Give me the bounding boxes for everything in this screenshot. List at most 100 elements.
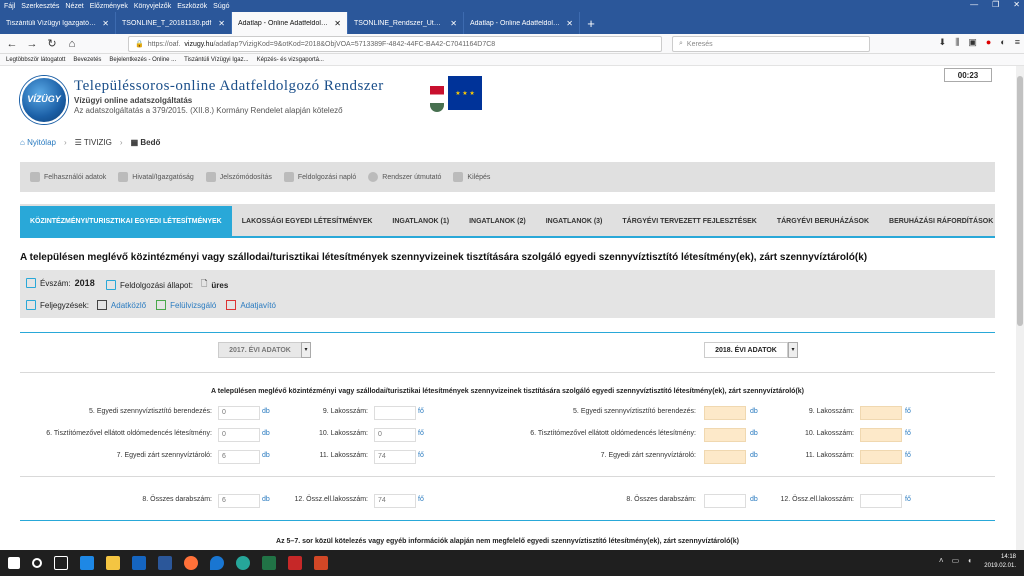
search-icon[interactable] — [32, 558, 42, 568]
save-app-icon[interactable] — [132, 556, 146, 570]
toolbar-logout[interactable]: Kilépés — [453, 172, 490, 182]
bookmark-item[interactable]: Legtöbbször látogatott — [6, 57, 65, 63]
system-tray: ˄ ▭ ◖ — [939, 556, 972, 565]
network-icon[interactable]: ▭ — [952, 556, 960, 565]
year-2017-button[interactable]: 2017. ÉVI ADATOK — [218, 342, 302, 358]
word-icon[interactable] — [158, 556, 172, 570]
browser-tab[interactable]: Adatlap - Online Adatfeldolgoz ✕ — [464, 12, 580, 34]
url-host: vizugy.hu — [184, 40, 214, 48]
tab-kozintezmenyi[interactable]: KÖZINTÉZMÉNYI/TURISZTIKAI EGYEDI LÉTESÍT… — [20, 206, 232, 236]
field-2017-6[interactable]: 0 — [218, 428, 260, 442]
field-2018-6[interactable] — [704, 428, 746, 442]
coat-of-arms-icon — [430, 86, 444, 112]
tab-close-icon[interactable]: ✕ — [102, 19, 109, 28]
tab-close-icon[interactable]: ✕ — [566, 19, 573, 28]
field-2017-5[interactable]: 0 — [218, 406, 260, 420]
field-2018-7[interactable] — [704, 450, 746, 464]
edge-icon[interactable] — [80, 556, 94, 570]
sidebar-icon[interactable]: ▣ — [968, 37, 977, 48]
menu-view[interactable]: Nézet — [65, 3, 83, 10]
field-2017-11[interactable]: 74 — [374, 450, 416, 464]
tab-raforditasok[interactable]: BERUHÁZÁSI RÁFORDÍTÁSOK — [879, 206, 1003, 236]
chevron-down-icon[interactable]: ▾ — [301, 342, 311, 358]
browser-tab-active[interactable]: Adatlap - Online Adatfeldolgoz ✕ — [232, 12, 348, 34]
field-2017-9[interactable] — [374, 406, 416, 420]
back-icon[interactable]: ← — [6, 38, 18, 50]
scrollbar-thumb[interactable] — [1017, 76, 1023, 326]
firefox-icon[interactable] — [184, 556, 198, 570]
field-2018-10[interactable] — [860, 428, 902, 442]
new-tab-button[interactable]: + — [580, 12, 602, 34]
field-2018-9[interactable] — [860, 406, 902, 420]
field-2018-12[interactable] — [860, 494, 902, 508]
toolbar-office[interactable]: Hivatal/Igazgatóság — [118, 172, 194, 182]
library-icon[interactable]: ⫼ — [955, 37, 959, 48]
toolbar-guide[interactable]: Rendszer útmutató — [368, 172, 441, 182]
toolbar-log[interactable]: Feldolgozási napló — [283, 172, 356, 182]
tab-ingatlanok-3[interactable]: INGATLANOK (3) — [536, 206, 613, 236]
restore-icon[interactable]: ❐ — [992, 0, 999, 12]
tab-close-icon[interactable]: ✕ — [218, 19, 225, 28]
bookmark-item[interactable]: Képzés- és vizsgaportá... — [257, 57, 324, 63]
download-icon[interactable]: ⬇ — [939, 37, 947, 48]
chevron-up-icon[interactable]: ˄ — [939, 556, 944, 565]
year-value: 2018 — [74, 278, 95, 288]
minimize-icon[interactable]: — — [970, 0, 978, 12]
note-adatjavito[interactable]: Adatjavító — [240, 301, 276, 310]
search-input[interactable]: ⌕ Keresés — [672, 36, 870, 52]
bookmark-item[interactable]: Bejelentkezés - Online ... — [109, 57, 176, 63]
close-icon[interactable]: ✕ — [1013, 0, 1020, 12]
browser-tab[interactable]: TSONLINE_Rendszer_Utmutato_20✕ — [348, 12, 464, 34]
globe-icon[interactable] — [236, 556, 250, 570]
label-11: 11. Lakosszám: — [805, 452, 854, 459]
acrobat-icon[interactable] — [288, 556, 302, 570]
taskbar-clock[interactable]: 14:18 2019.02.01. — [984, 553, 1016, 571]
field-2017-10[interactable]: 0 — [374, 428, 416, 442]
tab-ingatlanok-1[interactable]: INGATLANOK (1) — [382, 206, 459, 236]
menu-bookmarks[interactable]: Könyvjelzők — [134, 3, 171, 10]
field-2018-11[interactable] — [860, 450, 902, 464]
menu-file[interactable]: Fájl — [4, 3, 15, 10]
tab-lakossagi[interactable]: LAKOSSÁGI EGYEDI LÉTESÍTMÉNYEK — [232, 206, 383, 236]
drop-icon[interactable] — [210, 556, 224, 570]
menu-history[interactable]: Előzmények — [90, 3, 128, 10]
tab-close-icon[interactable]: ✕ — [334, 19, 341, 28]
windows-start-icon[interactable] — [8, 557, 20, 569]
note-felulvizsgalo[interactable]: Felülvizsgáló — [170, 301, 216, 310]
browser-tab[interactable]: Tiszántúli Vízügyi Igazgatóság ✕ — [0, 12, 116, 34]
toolbar-user-data[interactable]: Felhasználói adatok — [30, 172, 106, 182]
forward-icon[interactable]: → — [26, 38, 38, 50]
menu-edit[interactable]: Szerkesztés — [21, 3, 59, 10]
field-2017-8[interactable]: 6 — [218, 494, 260, 508]
toolbar-password[interactable]: Jelszómódosítás — [205, 172, 272, 182]
excel-icon[interactable] — [262, 556, 276, 570]
volume-icon[interactable]: ◖ — [967, 556, 972, 565]
tab-ingatlanok-2[interactable]: INGATLANOK (2) — [459, 206, 536, 236]
bookmark-item[interactable]: Bevezetés — [73, 57, 101, 63]
url-bar[interactable]: 🔒 https://oaf. vizugy.hu/adatlap?VizigKod… — [128, 36, 662, 52]
tab-tervezett-fejlesztesek[interactable]: TÁRGYÉVI TERVEZETT FEJLESZTÉSEK — [612, 206, 766, 236]
home-icon[interactable]: ⌂ — [66, 38, 78, 50]
hamburger-menu-icon[interactable]: ≡ — [1015, 37, 1020, 48]
breadcrumb-home[interactable]: ⌂ Nyitólap — [20, 138, 56, 147]
task-view-icon[interactable] — [54, 556, 68, 570]
addon-icon[interactable]: ◐ — [1000, 37, 1005, 48]
menu-help[interactable]: Súgó — [213, 3, 229, 10]
breadcrumb-tivizig[interactable]: ☰ TIVIZIG — [75, 138, 112, 147]
field-2018-5[interactable] — [704, 406, 746, 420]
year-2018-select[interactable]: 2018. ÉVI ADATOK — [704, 342, 788, 358]
powerpoint-icon[interactable] — [314, 556, 328, 570]
field-2018-8[interactable] — [704, 494, 746, 508]
field-2017-12[interactable]: 74 — [374, 494, 416, 508]
extension-icon[interactable]: ● — [986, 37, 991, 48]
explorer-icon[interactable] — [106, 556, 120, 570]
menu-tools[interactable]: Eszközök — [177, 3, 207, 10]
note-adatkozlo[interactable]: Adatközlő — [111, 301, 146, 310]
browser-tab[interactable]: TSONLINE_T_20181130.pdf ✕ — [116, 12, 232, 34]
field-2017-7[interactable]: 6 — [218, 450, 260, 464]
tab-beruhazasok[interactable]: TÁRGYÉVI BERUHÁZÁSOK — [767, 206, 879, 236]
reload-icon[interactable]: ↻ — [46, 37, 58, 50]
bookmark-item[interactable]: Tiszántúli Vízügyi Igaz... — [184, 57, 248, 63]
tab-close-icon[interactable]: ✕ — [450, 19, 457, 28]
chevron-down-icon[interactable]: ▾ — [788, 342, 798, 358]
